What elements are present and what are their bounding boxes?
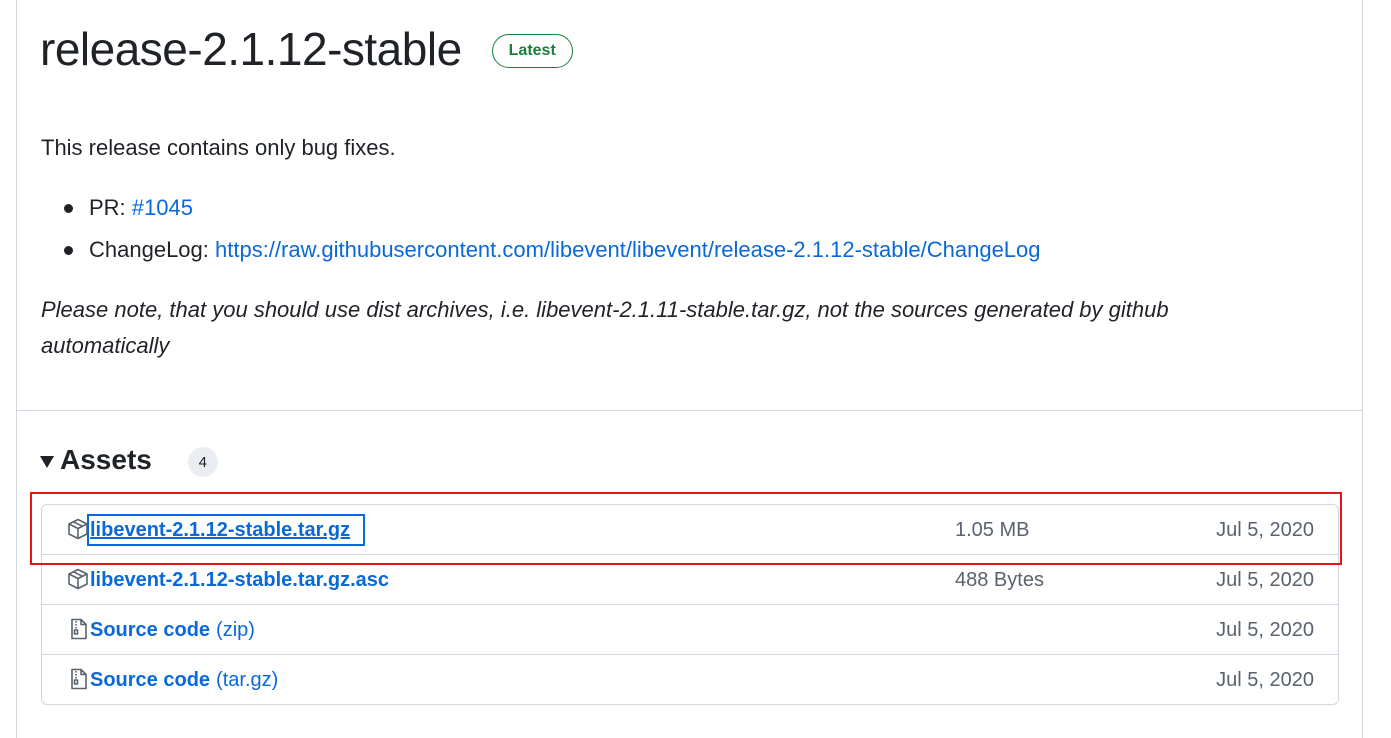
asset-download-link[interactable]: libevent-2.1.12-stable.tar.gz [86, 514, 366, 546]
asset-date: Jul 5, 2020 [1216, 519, 1314, 541]
changelog-link[interactable]: https://raw.githubusercontent.com/libeve… [215, 237, 1041, 262]
asset-name: libevent-2.1.12-stable.tar.gz.asc [90, 569, 390, 591]
latest-badge: Latest [491, 34, 573, 68]
package-icon [68, 568, 88, 590]
pr-label: PR: [89, 195, 132, 220]
dist-archive-note: Please note, that you should use dist ar… [41, 297, 1169, 358]
asset-date: Jul 5, 2020 [1216, 619, 1314, 641]
package-icon [68, 518, 88, 540]
release-title[interactable]: release-2.1.12-stable [40, 26, 462, 72]
asset-name: Source code [90, 619, 211, 641]
asset-size: 488 Bytes [955, 569, 1044, 591]
asset-row: Source code (tar.gz) Jul 5, 2020 [42, 654, 1338, 704]
asset-size: 1.05 MB [955, 519, 1030, 541]
asset-row: libevent-2.1.12-stable.tar.gz 1.05 MB Ju… [42, 505, 1338, 554]
asset-name: libevent-2.1.12-stable.tar.gz [90, 519, 351, 541]
asset-download-link[interactable]: Source code (zip) [90, 617, 255, 643]
asset-download-link[interactable]: libevent-2.1.12-stable.tar.gz.asc [90, 567, 389, 593]
asset-format: (tar.gz) [216, 669, 279, 691]
asset-name: Source code [90, 669, 211, 691]
list-item-changelog: ChangeLog: https://raw.githubusercontent… [41, 234, 1041, 276]
asset-date: Jul 5, 2020 [1216, 569, 1314, 591]
pr-link[interactable]: #1045 [132, 195, 193, 220]
file-zip-icon [71, 668, 87, 690]
assets-heading: Assets [60, 444, 152, 475]
release-notes-list: PR: #1045 ChangeLog: https://raw.githubu… [41, 192, 1041, 276]
assets-list: libevent-2.1.12-stable.tar.gz 1.05 MB Ju… [41, 504, 1339, 705]
list-item-pr: PR: #1045 [41, 192, 1041, 234]
asset-format: (zip) [216, 619, 255, 641]
changelog-label: ChangeLog: [89, 237, 215, 262]
asset-date: Jul 5, 2020 [1216, 669, 1314, 691]
asset-row: libevent-2.1.12-stable.tar.gz.asc 488 By… [42, 554, 1338, 604]
asset-download-link[interactable]: Source code (tar.gz) [90, 667, 278, 693]
file-zip-icon [71, 618, 87, 640]
release-header: release-2.1.12-stable Latest [40, 14, 573, 84]
assets-toggle[interactable]: Assets 4 [40, 440, 218, 480]
section-divider [17, 410, 1363, 411]
asset-row: Source code (zip) Jul 5, 2020 [42, 604, 1338, 654]
caret-down-icon [40, 455, 54, 468]
release-description: This release contains only bug fixes. [41, 135, 396, 160]
assets-count-badge: 4 [187, 447, 218, 477]
